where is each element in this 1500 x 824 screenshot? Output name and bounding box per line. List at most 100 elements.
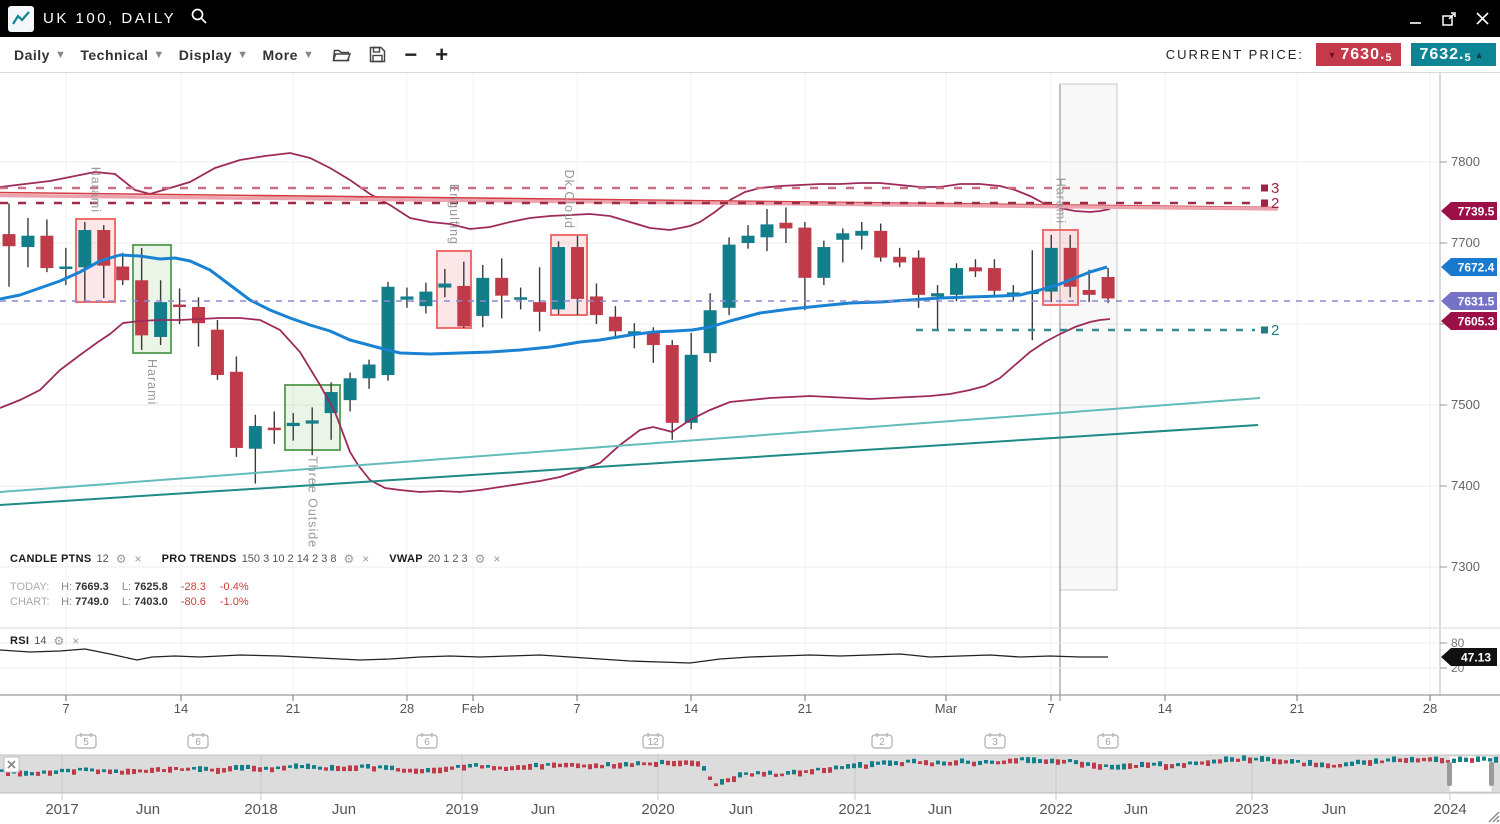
navigator-mini-bar	[1284, 760, 1288, 763]
zoom-out-button[interactable]: −	[404, 45, 417, 65]
navigator-mini-bar	[42, 770, 46, 773]
menu-interval[interactable]: Daily▼	[14, 47, 66, 63]
calendar-marker[interactable]: 6	[417, 733, 437, 748]
candle-body	[3, 234, 16, 246]
save-icon[interactable]	[369, 46, 386, 63]
candle-body	[287, 423, 300, 426]
navigator-mini-bar	[96, 769, 100, 774]
close-icon[interactable]: ×	[362, 552, 369, 566]
navigator-mini-bar	[54, 770, 58, 773]
navigator-left-handle[interactable]	[1447, 762, 1452, 786]
gear-icon[interactable]: ⚙	[54, 634, 65, 648]
search-icon[interactable]	[190, 7, 208, 30]
navigator-mini-bar	[816, 768, 820, 771]
navigator-mini-bar	[1140, 762, 1144, 767]
navigator-mini-bar	[246, 765, 250, 769]
calendar-marker[interactable]: 6	[188, 733, 208, 748]
navigator-mini-bar	[1206, 760, 1210, 766]
navigator-mini-bar	[204, 767, 208, 771]
gear-icon[interactable]: ⚙	[116, 552, 127, 566]
navigator-mini-bar	[132, 769, 136, 774]
navigator-mini-bar	[516, 765, 520, 770]
navigator-mini-bar	[1386, 759, 1390, 762]
candle-body	[1083, 290, 1096, 295]
candle-body	[874, 231, 887, 258]
navigator-mini-bar	[1476, 757, 1480, 762]
navigator-mini-bar	[474, 763, 478, 767]
navigator-mini-bar	[822, 768, 826, 773]
app-logo-icon	[8, 6, 34, 32]
navigator-mini-bar	[72, 769, 76, 774]
navigator-mini-bar	[498, 766, 502, 769]
navigator-axis-label: Jun	[332, 801, 356, 818]
calendar-marker[interactable]: 2	[872, 733, 892, 748]
pattern-label: Dk Cloud	[562, 170, 576, 229]
navigator-mini-bar	[1380, 761, 1384, 764]
navigator-mini-bar	[966, 761, 970, 764]
navigator-mini-bar	[1488, 758, 1492, 761]
calendar-marker[interactable]: 6	[1098, 733, 1118, 748]
navigator-mini-bar	[1020, 757, 1024, 760]
indicator-legend: CANDLE PTNS 12 ⚙ × PRO TRENDS 150 3 10 2…	[10, 552, 508, 566]
calendar-marker-count: 6	[424, 737, 430, 748]
navigator-mini-bar	[1218, 759, 1222, 763]
chevron-down-icon: ▼	[153, 49, 164, 61]
navigator-mini-bar	[666, 761, 670, 766]
close-icon[interactable]: ×	[493, 552, 500, 566]
navigator-mini-bar	[918, 761, 922, 764]
navigator-mini-bar	[186, 768, 190, 771]
gear-icon[interactable]: ⚙	[475, 552, 486, 566]
menu-technical[interactable]: Technical▼	[80, 47, 164, 63]
navigator-mini-bar	[120, 771, 124, 775]
navigator-mini-bar	[1470, 758, 1474, 763]
popout-button[interactable]	[1441, 11, 1457, 27]
candle-body	[912, 258, 925, 295]
close-icon[interactable]: ×	[135, 552, 142, 566]
calendar-marker[interactable]: 3	[985, 733, 1005, 748]
navigator-mini-bar	[1440, 758, 1444, 763]
navigator-mini-bar	[858, 762, 862, 768]
x-axis-label: 14	[174, 701, 188, 716]
navigator-mini-bar	[930, 762, 934, 766]
zoom-in-button[interactable]: +	[435, 45, 448, 65]
close-icon[interactable]	[1475, 11, 1490, 26]
close-icon[interactable]: ×	[72, 634, 79, 648]
navigator-axis-label: 2018	[244, 801, 277, 818]
navigator-axis-label: 2024	[1433, 801, 1466, 818]
navigator-mini-bar	[582, 765, 586, 768]
candle-body	[1102, 277, 1115, 298]
navigator-mini-bar	[1188, 761, 1192, 764]
calendar-marker-count: 2	[879, 737, 885, 748]
buy-price-button[interactable]: 7632.5 ▲	[1411, 43, 1496, 66]
calendar-marker-count: 5	[83, 737, 89, 748]
price-tag-text: 7605.3	[1458, 315, 1495, 329]
navigator-mini-bar	[978, 761, 982, 765]
navigator-mini-bar	[780, 774, 784, 777]
menu-display[interactable]: Display▼	[179, 47, 249, 63]
x-axis-label: 14	[1158, 701, 1172, 716]
navigator-mini-bar	[924, 760, 928, 765]
calendar-marker[interactable]: 12	[643, 733, 663, 748]
pattern-label: Harami	[1054, 178, 1068, 224]
navigator-mini-bar	[1164, 764, 1168, 770]
x-axis-label: 21	[798, 701, 812, 716]
open-folder-icon[interactable]	[332, 47, 351, 63]
navigator-mini-bar	[714, 783, 718, 786]
sell-price-button[interactable]: ▼ 7630.5	[1316, 43, 1401, 66]
navigator-mini-bar	[888, 760, 892, 765]
candle-body	[116, 266, 129, 280]
minimize-button[interactable]	[1409, 12, 1423, 26]
rsi-line	[0, 649, 1108, 663]
navigator-mini-bar	[1074, 760, 1078, 764]
navigator-axis-label: Jun	[1124, 801, 1148, 818]
menu-more[interactable]: More▼	[263, 47, 315, 63]
gear-icon[interactable]: ⚙	[344, 552, 355, 566]
navigator-mini-bar	[1242, 755, 1246, 760]
navigator-mini-bar	[564, 763, 568, 767]
navigator-mini-bar	[984, 760, 988, 763]
calendar-marker[interactable]: 5	[76, 733, 96, 748]
navigator-right-handle[interactable]	[1489, 762, 1494, 786]
calendar-marker-count: 6	[1105, 737, 1111, 748]
calendar-marker-count: 6	[195, 737, 201, 748]
resize-grip[interactable]	[1497, 820, 1499, 822]
